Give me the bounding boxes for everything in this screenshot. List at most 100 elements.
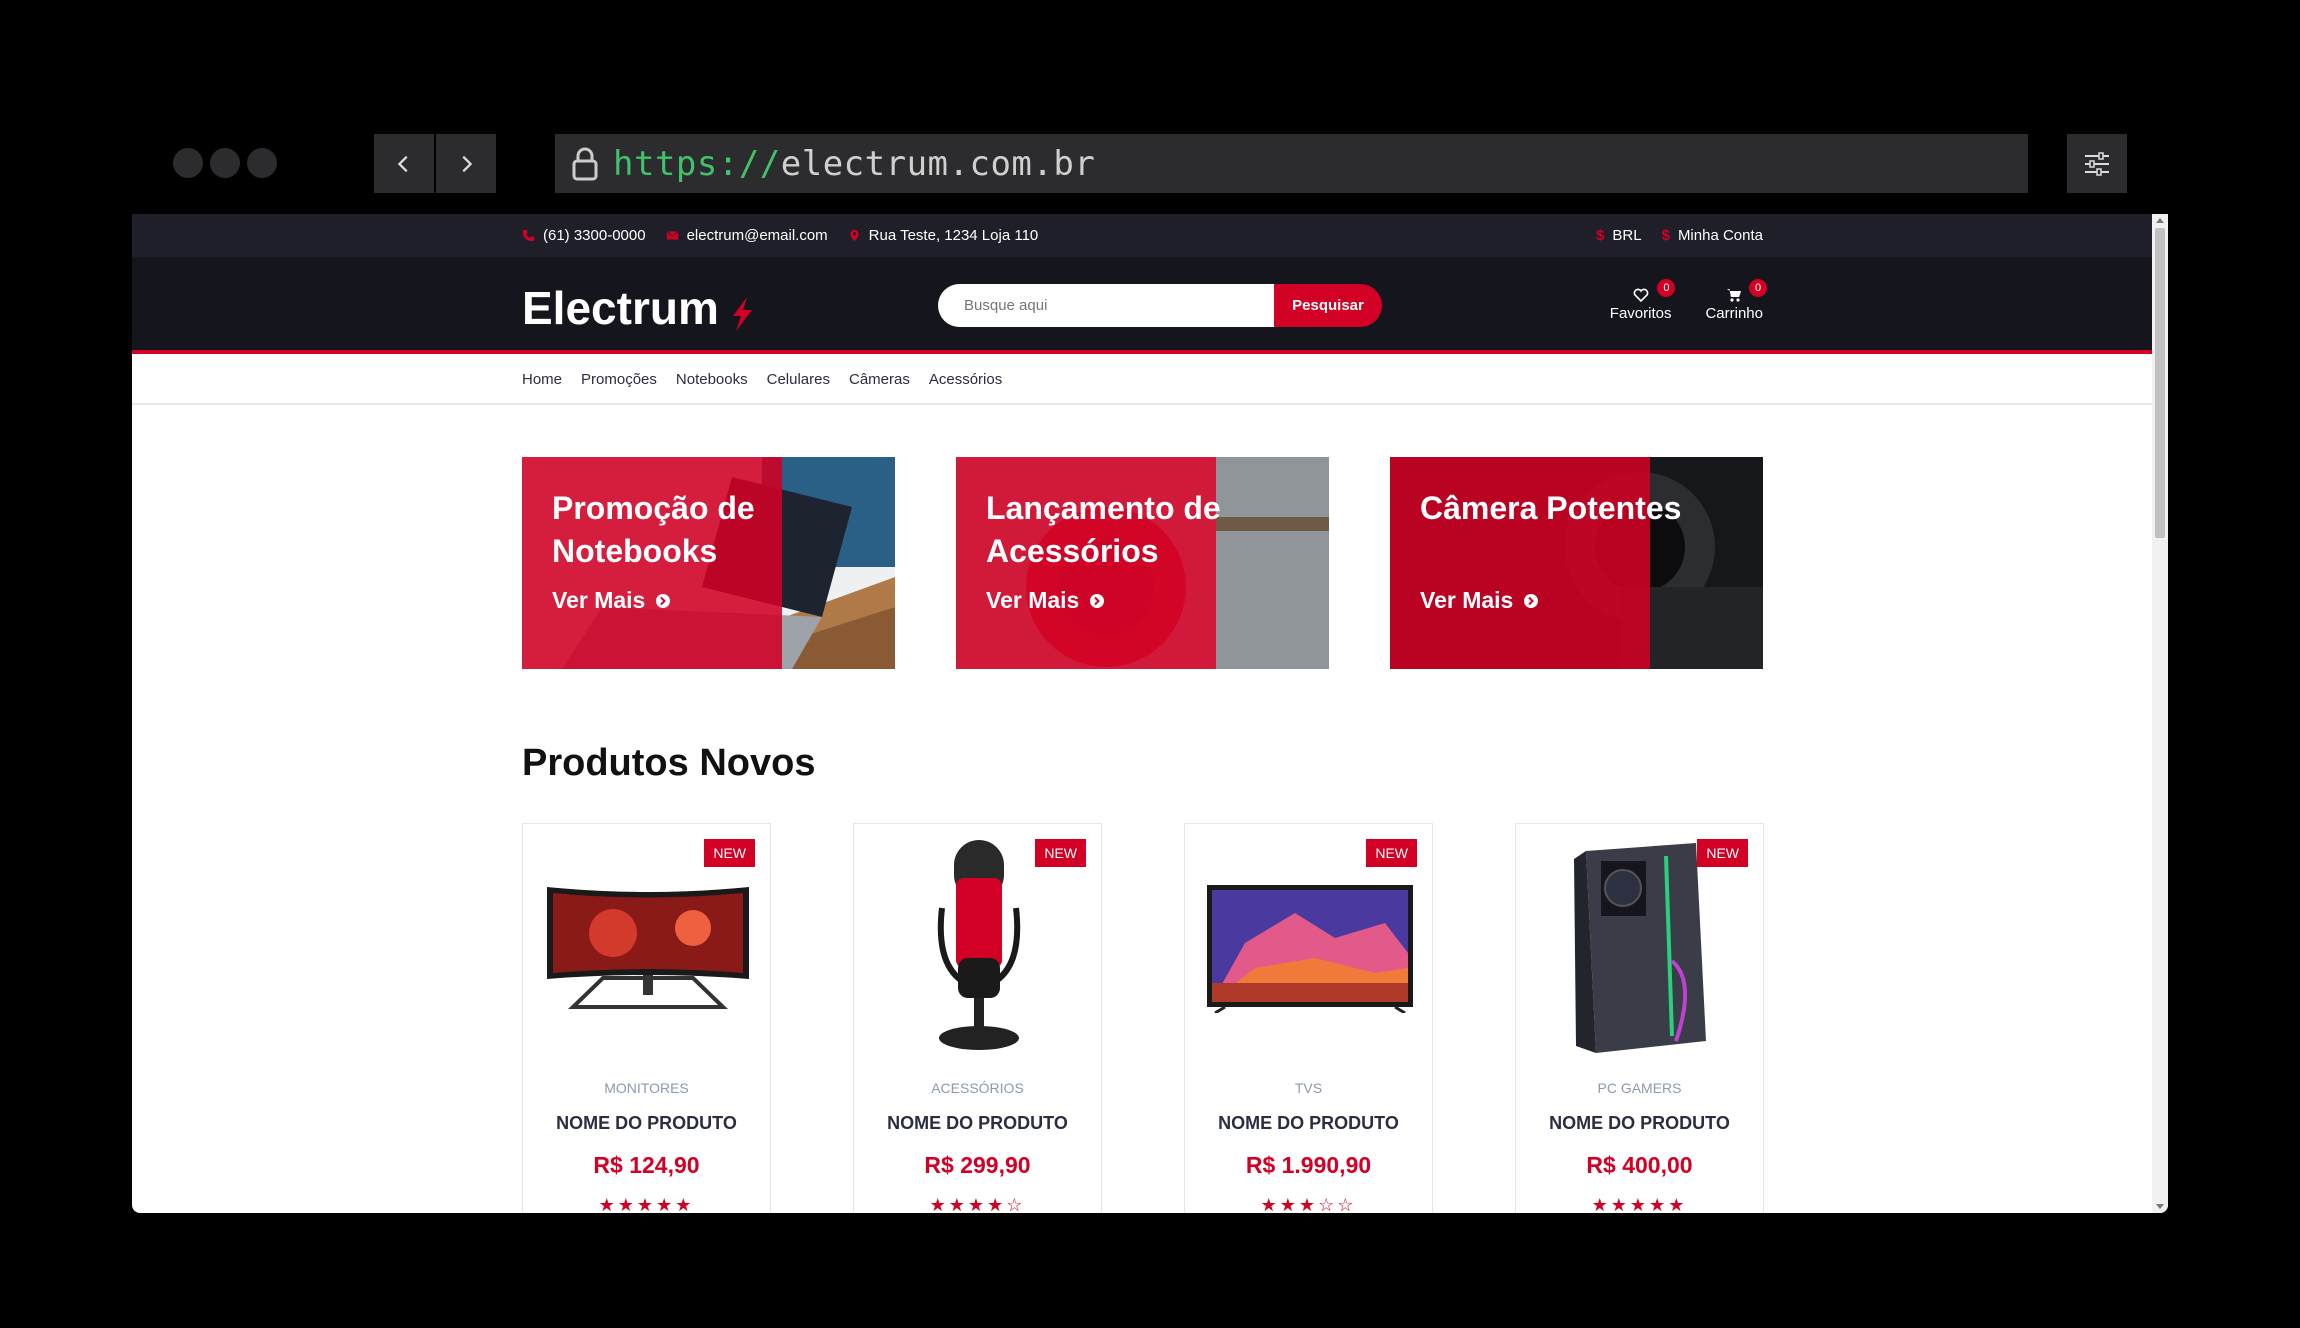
email-text: electrum@email.com	[686, 227, 828, 244]
window-close-dot[interactable]	[173, 148, 203, 178]
new-tag: NEW	[1035, 839, 1086, 867]
product-category: ACESSÓRIOS	[931, 1080, 1024, 1096]
url-text: https://electrum.com.br	[613, 144, 1095, 184]
nav-item-cameras[interactable]: Câmeras	[849, 371, 910, 388]
address-text: Rua Teste, 1234 Loja 110	[868, 227, 1039, 244]
currency-text: BRL	[1612, 227, 1642, 244]
browser-back-button[interactable]	[374, 134, 434, 193]
account-link[interactable]: $ Minha Conta	[1662, 227, 1763, 244]
window-controls	[173, 148, 277, 178]
banner-cta[interactable]: Ver Mais	[986, 587, 1105, 614]
cart-button[interactable]: Carrinho 0	[1705, 279, 1767, 322]
address-contact[interactable]: Rua Teste, 1234 Loja 110	[848, 227, 1039, 244]
nav-item-promocoes[interactable]: Promoções	[581, 371, 657, 388]
phone-icon	[522, 229, 535, 242]
pc-case-image	[1573, 842, 1706, 1053]
banner-cta-label: Ver Mais	[986, 587, 1080, 613]
window-maximize-dot[interactable]	[247, 148, 277, 178]
browser-settings-button[interactable]	[2067, 134, 2127, 193]
lightning-bolt-icon	[732, 297, 752, 331]
banner-cta[interactable]: Ver Mais	[552, 587, 671, 614]
header-actions: Favoritos 0 Carrinho 0	[1609, 279, 1767, 322]
lock-icon	[572, 147, 598, 180]
arrow-circle-right-icon	[1524, 593, 1539, 608]
microphone-image	[937, 840, 1020, 1050]
product-card[interactable]: NEW MONITORES NOME DO PRODUTO R$ 124,90 …	[522, 823, 771, 1213]
banner-title: Câmera Potentes	[1420, 490, 1682, 526]
top-info-bar: (61) 3300-0000 electrum@email.com Rua Te…	[132, 214, 2152, 257]
nav-item-acessorios[interactable]: Acessórios	[929, 371, 1002, 388]
address-bar[interactable]: https://electrum.com.br	[555, 134, 2028, 193]
banner-cta[interactable]: Ver Mais	[1420, 587, 1539, 614]
product-category: PC GAMERS	[1597, 1080, 1682, 1096]
product-image	[533, 834, 762, 1062]
product-price: R$ 299,90	[924, 1152, 1031, 1178]
scroll-up-arrow-icon[interactable]	[2156, 218, 2164, 223]
tv-image	[1206, 885, 1413, 1013]
scroll-down-arrow-icon[interactable]	[2156, 1204, 2164, 1209]
section-title: Produtos Novos	[522, 742, 816, 784]
arrow-circle-right-icon	[1090, 593, 1105, 608]
product-card[interactable]: NEW PC GAMERS NOME DO PRODUTO R$ 400,00 …	[1515, 823, 1764, 1213]
email-contact[interactable]: electrum@email.com	[666, 227, 828, 244]
product-card[interactable]: NEW TVS NOME DO PRODUTO R$ 1.990,90 ★★★☆…	[1184, 823, 1433, 1213]
rating-stars: ★★★★★	[1591, 1195, 1688, 1213]
main-header: Electrum Pesquisar Favoritos 0 Carrin	[132, 257, 2152, 354]
product-name[interactable]: NOME DO PRODUTO	[1185, 1113, 1432, 1134]
page-scrollbar[interactable]	[2152, 214, 2168, 1213]
chevron-right-icon	[462, 155, 473, 172]
site-logo[interactable]: Electrum	[522, 281, 757, 335]
account-text: Minha Conta	[1677, 227, 1763, 244]
browser-forward-button[interactable]	[436, 134, 496, 193]
currency-selector[interactable]: $ BRL	[1596, 227, 1642, 244]
url-protocol: https://	[613, 143, 781, 184]
map-pin-icon	[850, 229, 859, 242]
new-tag: NEW	[704, 839, 755, 867]
product-name[interactable]: NOME DO PRODUTO	[523, 1113, 770, 1134]
search-form: Pesquisar	[938, 284, 1382, 327]
product-card[interactable]: NEW ACESSÓRIOS NOME DO PRODUTO R$ 299,90…	[853, 823, 1102, 1213]
product-category: TVS	[1294, 1080, 1323, 1096]
cart-label: Carrinho	[1705, 305, 1763, 322]
heart-icon	[1633, 288, 1648, 303]
product-image	[1526, 834, 1755, 1062]
url-host: electrum.com.br	[780, 143, 1096, 184]
banner-title: Promoção de Notebooks	[552, 490, 755, 569]
browser-viewport: (61) 3300-0000 electrum@email.com Rua Te…	[132, 214, 2168, 1213]
product-price: R$ 400,00	[1586, 1152, 1693, 1178]
scrollbar-thumb[interactable]	[2155, 228, 2165, 538]
product-name[interactable]: NOME DO PRODUTO	[854, 1113, 1101, 1134]
nav-item-notebooks[interactable]: Notebooks	[676, 371, 748, 388]
favorites-count-badge: 0	[1657, 279, 1676, 297]
product-price: R$ 124,90	[593, 1152, 700, 1178]
product-category: MONITORES	[604, 1080, 689, 1096]
arrow-circle-right-icon	[656, 593, 671, 608]
window-minimize-dot[interactable]	[210, 148, 240, 178]
logo-text: Electrum	[522, 282, 719, 334]
sliders-icon	[2085, 151, 2109, 176]
banner-cta-label: Ver Mais	[1420, 587, 1514, 613]
product-name[interactable]: NOME DO PRODUTO	[1516, 1113, 1763, 1134]
new-tag: NEW	[1366, 839, 1417, 867]
search-input[interactable]	[938, 284, 1274, 327]
monitor-image	[546, 887, 749, 1009]
banner-title: Lançamento de Acessórios	[986, 490, 1221, 569]
dollar-icon: $	[1596, 227, 1605, 244]
envelope-icon	[666, 231, 679, 240]
dollar-icon: $	[1661, 227, 1670, 244]
cart-count-badge: 0	[1749, 279, 1767, 297]
banner-cameras[interactable]: Câmera Potentes Ver Mais	[1390, 457, 1763, 669]
search-button[interactable]: Pesquisar	[1274, 284, 1382, 327]
banner-notebooks[interactable]: Promoção de Notebooks Ver Mais	[522, 457, 895, 669]
phone-contact[interactable]: (61) 3300-0000	[522, 227, 646, 244]
favorites-label: Favoritos	[1609, 305, 1672, 322]
banner-cta-label: Ver Mais	[552, 587, 646, 613]
nav-item-celulares[interactable]: Celulares	[767, 371, 830, 388]
new-tag: NEW	[1697, 839, 1748, 867]
category-nav: Home Promoções Notebooks Celulares Câmer…	[132, 354, 2152, 405]
favorites-button[interactable]: Favoritos 0	[1609, 279, 1676, 322]
nav-item-home[interactable]: Home	[522, 371, 562, 388]
product-price: R$ 1.990,90	[1245, 1152, 1372, 1178]
phone-text: (61) 3300-0000	[543, 227, 646, 244]
banner-acessorios[interactable]: Lançamento de Acessórios Ver Mais	[956, 457, 1329, 669]
